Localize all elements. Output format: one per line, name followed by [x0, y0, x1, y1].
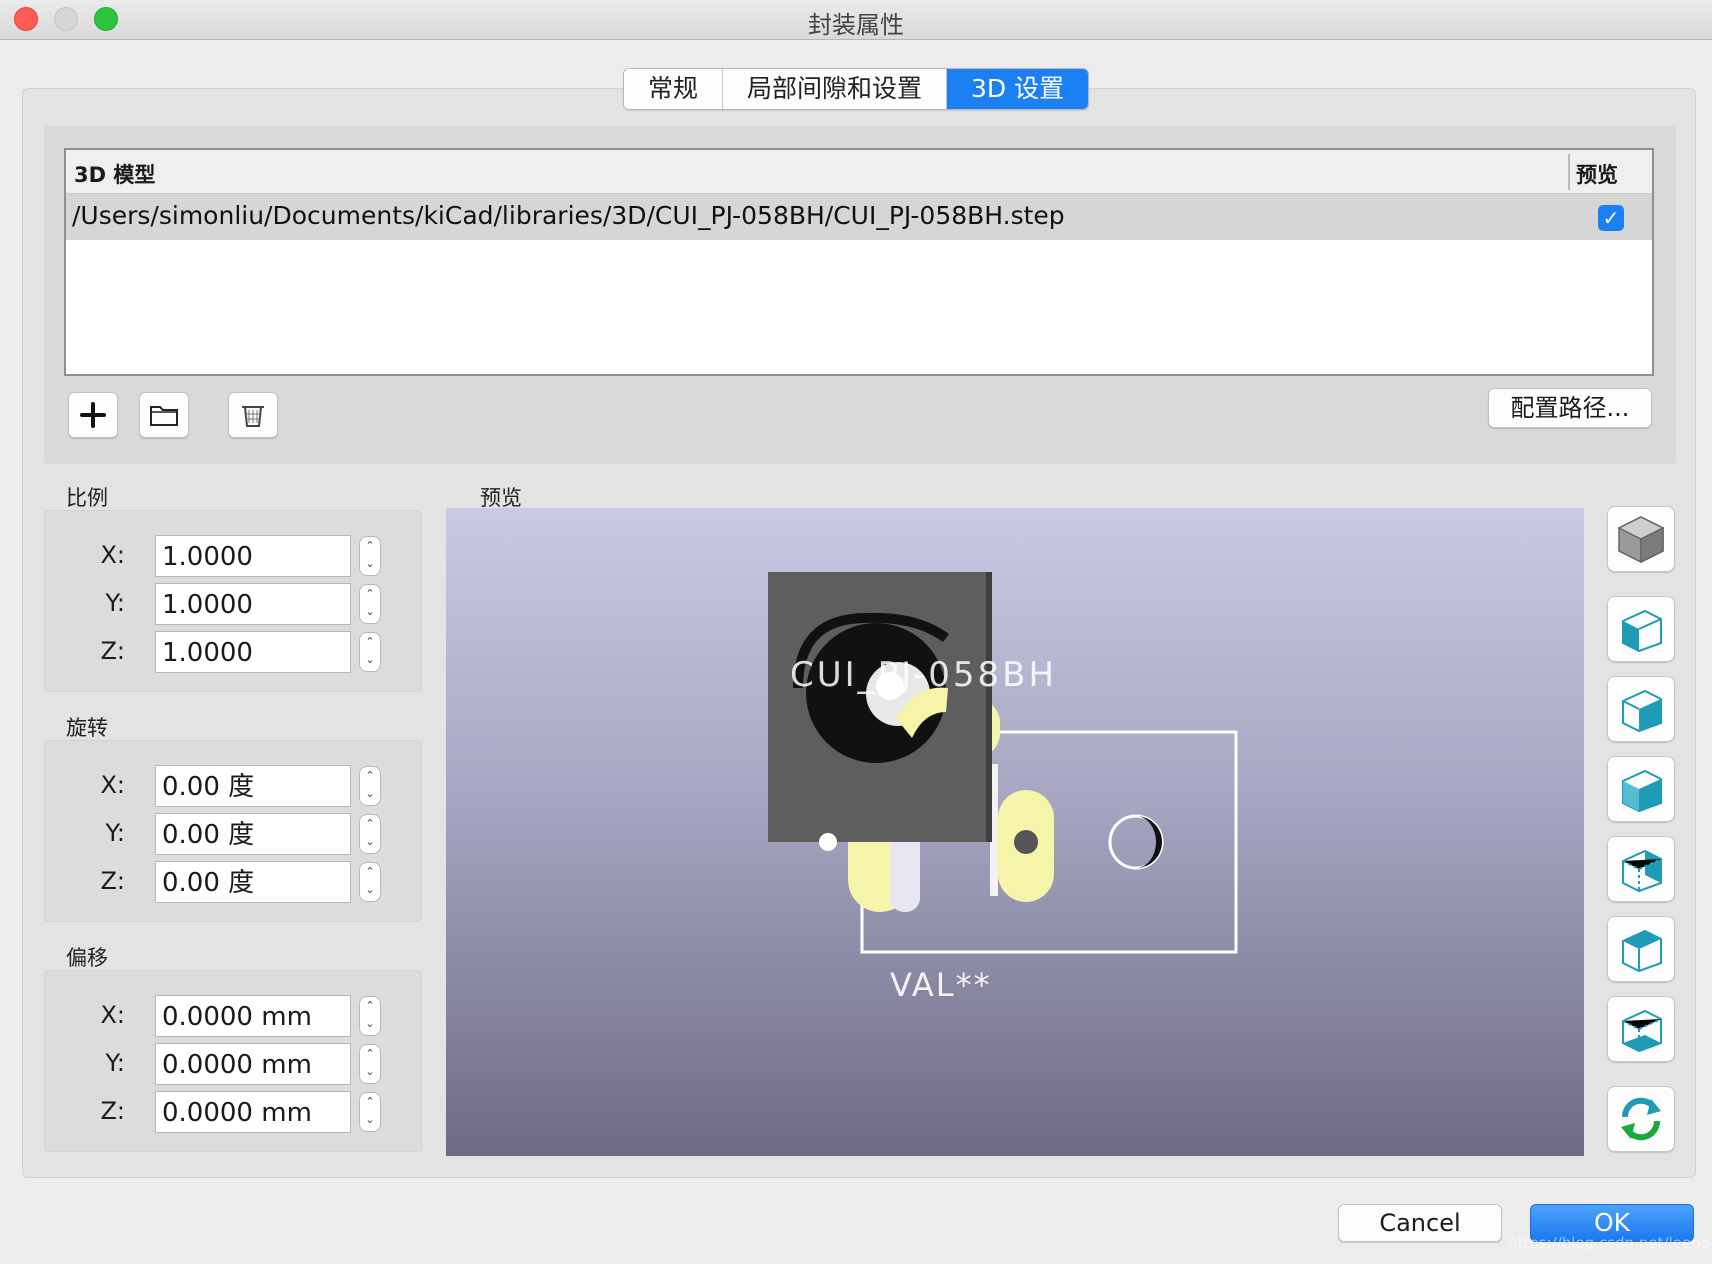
offset-y-input[interactable]: 0.0000 mm	[155, 1043, 351, 1085]
browse-model-button[interactable]	[139, 392, 189, 438]
offset-x-label: X:	[100, 1001, 125, 1029]
view-right-button[interactable]	[1607, 676, 1675, 742]
view-3d-cube-icon	[1617, 516, 1665, 564]
pad-middle-hole	[1014, 830, 1038, 854]
view-top-cube-icon	[1622, 929, 1662, 973]
scale-x-label: X:	[100, 541, 125, 569]
3d-preview-viewport[interactable]: CUI_PJ-058BH VAL**	[446, 508, 1584, 1156]
scale-x-input[interactable]: 1.0000	[155, 535, 351, 577]
scale-y-label: Y:	[105, 589, 125, 617]
offset-z-label: Z:	[100, 1097, 125, 1125]
offset-z-stepper[interactable]: ⌃ ⌄	[359, 1092, 381, 1132]
model-path-cell[interactable]: /Users/simonliu/Documents/kiCad/librarie…	[72, 201, 1065, 230]
tab-local-clearance[interactable]: 局部间隙和设置	[723, 69, 948, 109]
tab-bar: 常规 局部间隙和设置 3D 设置	[623, 68, 1090, 110]
view-right-cube-icon	[1622, 689, 1662, 733]
rotation-group-label: 旋转	[66, 716, 108, 740]
reference-text: CUI_PJ-058BH	[790, 655, 1057, 695]
scale-z-input[interactable]: 1.0000	[155, 631, 351, 673]
rotation-y-stepper[interactable]: ⌃ ⌄	[359, 814, 381, 854]
reload-view-button[interactable]	[1607, 1086, 1675, 1152]
view-iso-button[interactable]	[1607, 506, 1675, 572]
view-front-button[interactable]	[1607, 756, 1675, 822]
preview-checkbox[interactable]: ✓	[1598, 205, 1624, 231]
scale-z-label: Z:	[100, 637, 125, 665]
window-title: 封装属性	[808, 11, 904, 39]
rotation-x-label: X:	[100, 771, 125, 799]
scale-y-input[interactable]: 1.0000	[155, 583, 351, 625]
rotation-x-input[interactable]: 0.00 度	[155, 765, 351, 807]
view-bottom-button[interactable]	[1607, 996, 1675, 1062]
rotation-z-label: Z:	[100, 867, 125, 895]
column-header-preview[interactable]: 预览	[1576, 159, 1618, 189]
column-resize-handle[interactable]	[1568, 154, 1570, 190]
rotation-z-stepper[interactable]: ⌃ ⌄	[359, 862, 381, 902]
offset-x-input[interactable]: 0.0000 mm	[155, 995, 351, 1037]
view-bottom-cube-icon	[1622, 1009, 1662, 1053]
rotation-x-stepper[interactable]: ⌃ ⌄	[359, 766, 381, 806]
rotation-y-input[interactable]: 0.00 度	[155, 813, 351, 855]
component-body-edge	[986, 572, 992, 842]
footprint-render: CUI_PJ-058BH VAL**	[768, 572, 1238, 1004]
offset-y-stepper[interactable]: ⌃ ⌄	[359, 1044, 381, 1084]
plus-icon	[80, 402, 106, 428]
scale-z-stepper[interactable]: ⌃ ⌄	[359, 632, 381, 672]
rotation-y-label: Y:	[105, 819, 125, 847]
folder-icon	[150, 406, 178, 426]
trash-icon	[242, 406, 264, 427]
table-header: 3D 模型 预览	[66, 150, 1652, 194]
table-row[interactable]: /Users/simonliu/Documents/kiCad/librarie…	[66, 194, 1652, 240]
offset-y-label: Y:	[105, 1049, 125, 1077]
column-header-model[interactable]: 3D 模型	[74, 159, 155, 189]
mounting-hole-shadow	[1136, 816, 1162, 868]
offset-group: X: 0.0000 mm ⌃ ⌄ Y: 0.0000 mm ⌃ ⌄ Z: 0.000…	[44, 970, 422, 1152]
view-top-button[interactable]	[1607, 916, 1675, 982]
scale-y-stepper[interactable]: ⌃ ⌄	[359, 584, 381, 624]
view-back-cube-icon	[1622, 849, 1662, 893]
title-bar: 封装属性	[0, 0, 1712, 40]
offset-group-label: 偏移	[66, 946, 108, 970]
scale-x-stepper[interactable]: ⌃ ⌄	[359, 536, 381, 576]
view-back-button[interactable]	[1607, 836, 1675, 902]
models-table[interactable]: 3D 模型 预览 /Users/simonliu/Documents/kiCad…	[64, 148, 1654, 376]
view-left-cube-icon	[1622, 609, 1662, 653]
value-text: VAL**	[890, 966, 992, 1004]
tab-general[interactable]: 常规	[624, 69, 724, 109]
rotation-z-input[interactable]: 0.00 度	[155, 861, 351, 903]
offset-x-stepper[interactable]: ⌃ ⌄	[359, 996, 381, 1036]
view-front-cube-icon	[1622, 769, 1662, 813]
pin1-marker	[819, 833, 837, 851]
reload-icon	[1621, 1097, 1661, 1141]
scale-group-label: 比例	[66, 486, 108, 510]
scale-group: X: 1.0000 ⌃ ⌄ Y: 1.0000 ⌃ ⌄ Z: 1.0000 ⌃ ⌄	[44, 510, 422, 692]
tab-3d-settings[interactable]: 3D 设置	[947, 69, 1089, 109]
offset-z-input[interactable]: 0.0000 mm	[155, 1091, 351, 1133]
cancel-button[interactable]: Cancel	[1338, 1204, 1502, 1242]
rotation-group: X: 0.00 度 ⌃ ⌄ Y: 0.00 度 ⌃ ⌄ Z: 0.00 度 ⌃ ⌄	[44, 740, 422, 922]
watermark: https://blog.csdn.net/leepo	[1508, 1234, 1710, 1252]
configure-paths-button[interactable]: 配置路径...	[1488, 388, 1652, 428]
add-model-button[interactable]	[68, 392, 118, 438]
view-left-button[interactable]	[1607, 596, 1675, 662]
remove-model-button[interactable]	[228, 392, 278, 438]
